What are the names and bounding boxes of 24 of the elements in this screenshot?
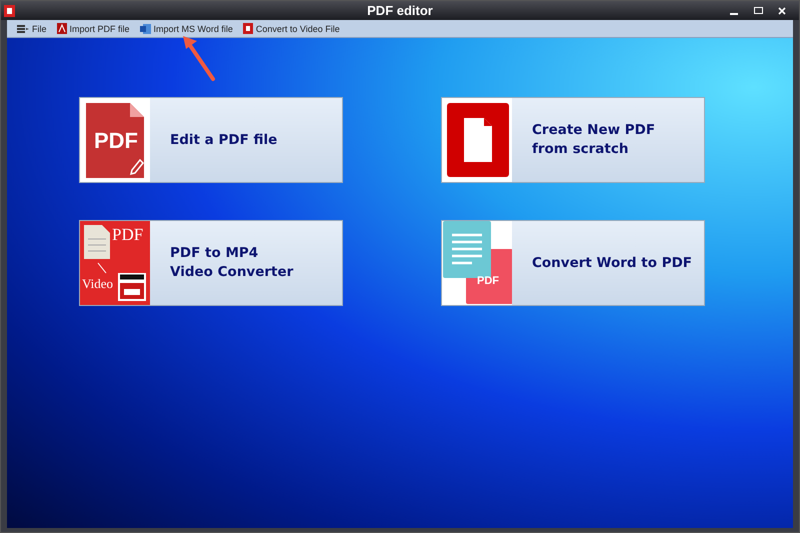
menu-icon bbox=[17, 24, 29, 34]
toolbar-item[interactable]: Import PDF file bbox=[56, 23, 130, 34]
word-to-pdf-icon: PDF bbox=[442, 221, 512, 305]
toolbar-item[interactable]: Import MS Word file bbox=[140, 24, 233, 34]
action-tile[interactable]: PDF Video PDF to MP4 Video Converter bbox=[79, 220, 343, 306]
action-tile[interactable]: PDF Edit a PDF file bbox=[79, 97, 343, 183]
pdf-file-icon: PDF bbox=[80, 98, 150, 182]
document-icon bbox=[140, 24, 151, 34]
app-icon bbox=[4, 4, 15, 16]
window-title: PDF editor bbox=[367, 3, 433, 18]
close-button[interactable] bbox=[777, 6, 787, 16]
minimize-icon bbox=[730, 12, 738, 14]
pdf-to-video-icon: PDF Video bbox=[80, 221, 150, 305]
maximize-button[interactable] bbox=[753, 6, 763, 16]
toolbar-item[interactable]: File bbox=[17, 24, 47, 34]
maximize-icon bbox=[754, 7, 762, 14]
document-icon bbox=[442, 98, 512, 182]
film-icon bbox=[242, 23, 253, 34]
arrow-annotation bbox=[181, 35, 217, 83]
action-tile[interactable]: PDF Convert Word to PDF bbox=[441, 220, 705, 306]
action-tile[interactable]: Create New PDF from scratch bbox=[441, 97, 705, 183]
close-icon bbox=[778, 6, 786, 14]
toolbar-item[interactable]: Convert to Video File bbox=[242, 23, 340, 34]
pdf-icon bbox=[56, 23, 67, 34]
